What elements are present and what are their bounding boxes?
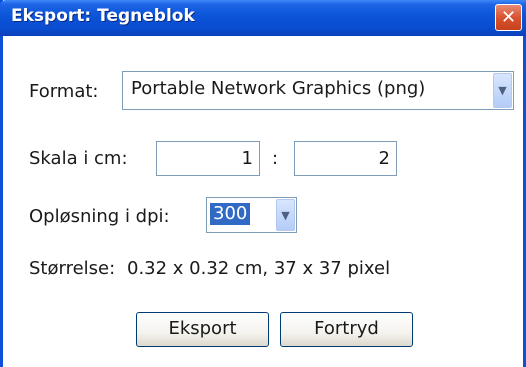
scale-label: Skala i cm:: [29, 148, 128, 169]
dialog-title: Eksport: Tegneblok: [11, 6, 195, 26]
format-select[interactable]: Portable Network Graphics (png) ▼: [122, 71, 514, 110]
close-icon[interactable]: ✕: [495, 4, 522, 31]
scale-right-input[interactable]: 2: [294, 141, 397, 176]
title-bar[interactable]: Eksport: Tegneblok ✕: [0, 0, 526, 36]
export-button[interactable]: Eksport: [136, 312, 269, 347]
format-label: Format:: [29, 81, 99, 102]
format-selected-value: Portable Network Graphics (png): [131, 78, 426, 99]
dpi-select[interactable]: 300 ▼: [206, 197, 297, 233]
size-label: Størrelse:: [29, 258, 116, 279]
resolution-label: Opløsning i dpi:: [29, 206, 170, 227]
export-dialog: Eksport: Tegneblok ✕ Format: Portable Ne…: [0, 0, 526, 367]
dpi-selected-value: 300: [210, 203, 251, 225]
scale-separator: :: [272, 148, 279, 169]
scale-left-input[interactable]: 1: [156, 141, 260, 176]
chevron-down-icon[interactable]: ▼: [493, 73, 512, 108]
chevron-down-icon[interactable]: ▼: [276, 199, 295, 231]
cancel-button[interactable]: Fortryd: [280, 312, 413, 347]
size-value: 0.32 x 0.32 cm, 37 x 37 pixel: [127, 258, 391, 279]
